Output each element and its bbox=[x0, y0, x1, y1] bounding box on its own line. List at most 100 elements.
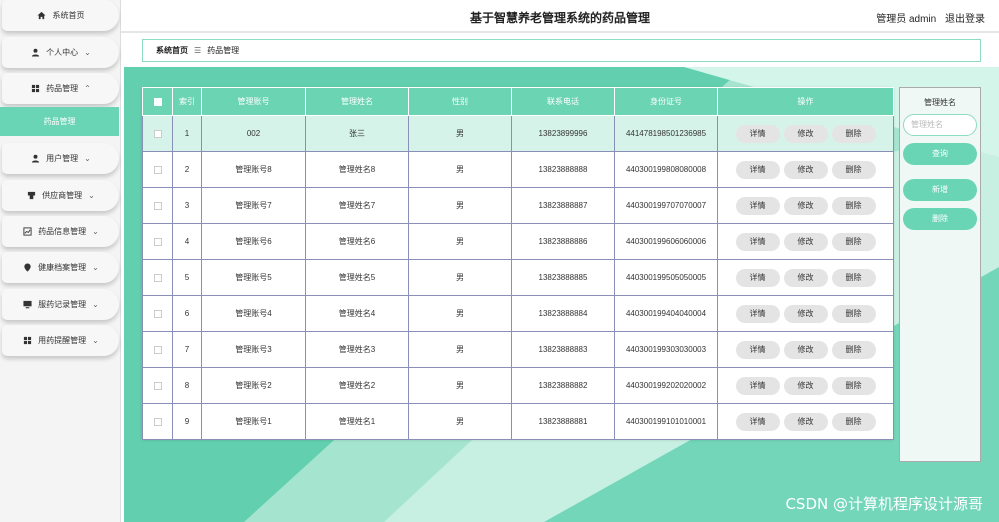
detail-button[interactable]: 详情 bbox=[735, 232, 780, 251]
sidebar-item-0[interactable]: 系统首页 bbox=[2, 0, 119, 31]
cell-name: 管理姓名1 bbox=[305, 403, 409, 440]
row-checkbox[interactable] bbox=[153, 345, 162, 354]
table-row[interactable]: 3 管理账号7 管理姓名7 男 13823888887 44030019970707000… bbox=[142, 187, 894, 224]
cell-actions: 详情 修改 删除 bbox=[717, 295, 894, 332]
edit-button[interactable]: 修改 bbox=[783, 304, 828, 323]
cell-id: 440300199606060006 bbox=[614, 223, 718, 260]
delete-button[interactable]: 删除 bbox=[831, 304, 876, 323]
row-select-cell bbox=[142, 187, 173, 224]
row-checkbox[interactable] bbox=[153, 129, 162, 138]
cell-id: 440300199808080008 bbox=[614, 151, 718, 188]
sidebar-item-1[interactable]: 个人中心 ⌄ bbox=[2, 37, 119, 68]
cell-phone: 13823888884 bbox=[511, 295, 615, 332]
sidebar-item-2[interactable]: 药品管理 ⌃ bbox=[2, 73, 119, 104]
edit-button[interactable]: 修改 bbox=[783, 196, 828, 215]
sidebar-item-6[interactable]: 健康档案管理 ⌄ bbox=[2, 252, 119, 283]
table-row[interactable]: 5 管理账号5 管理姓名5 男 13823888885 44030019950505000… bbox=[142, 259, 894, 296]
row-checkbox[interactable] bbox=[153, 309, 162, 318]
row-select-cell bbox=[142, 115, 173, 152]
edit-button[interactable]: 修改 bbox=[783, 268, 828, 287]
cell-account: 管理账号2 bbox=[201, 367, 306, 404]
sidebar-subitem-medicine[interactable]: 药品管理 bbox=[0, 107, 119, 136]
shop-icon bbox=[26, 191, 36, 201]
table-row[interactable]: 1 002 张三男 13823899996 441478198501236985 详情 修改… bbox=[142, 115, 894, 152]
sidebar-item-8[interactable]: 用药提醒管理 ⌄ bbox=[2, 325, 119, 356]
cell-phone: 13823888888 bbox=[511, 151, 615, 188]
sidebar-item-3[interactable]: 用户管理 ⌄ bbox=[2, 143, 119, 174]
table-row[interactable]: 4 管理账号6 管理姓名6 男 13823888886 44030019960606000… bbox=[142, 223, 894, 260]
logout-link[interactable]: 退出登录 bbox=[945, 14, 985, 25]
edit-button[interactable]: 修改 bbox=[783, 160, 828, 179]
delete-button[interactable]: 删除 bbox=[831, 124, 876, 143]
cell-index: 9 bbox=[172, 403, 202, 440]
medicine-table: 索引 管理账号 管理姓名 性别 联系电话 身份证号 操作 1 002 张三男 1382… bbox=[142, 87, 894, 440]
name-search-input[interactable]: 管理姓名 bbox=[903, 114, 977, 136]
cell-gender: 男 bbox=[408, 151, 512, 188]
row-checkbox[interactable] bbox=[153, 165, 162, 174]
edit-button[interactable]: 修改 bbox=[783, 340, 828, 359]
detail-button[interactable]: 详情 bbox=[735, 412, 780, 431]
add-button[interactable]: 新增 bbox=[903, 179, 977, 201]
select-all-header[interactable] bbox=[142, 87, 173, 116]
cell-actions: 详情 修改 删除 bbox=[717, 259, 894, 296]
sidebar-item-label: 药品管理 bbox=[46, 84, 79, 93]
detail-button[interactable]: 详情 bbox=[735, 376, 780, 395]
detail-button[interactable]: 详情 bbox=[735, 160, 780, 179]
edit-button[interactable]: 修改 bbox=[783, 376, 828, 395]
col-index: 索引 bbox=[172, 87, 202, 116]
row-checkbox[interactable] bbox=[153, 381, 162, 390]
detail-button[interactable]: 详情 bbox=[735, 196, 780, 215]
delete-button[interactable]: 删除 bbox=[831, 268, 876, 287]
row-select-cell bbox=[142, 223, 173, 260]
search-button[interactable]: 查询 bbox=[903, 143, 977, 165]
sidebar-item-5[interactable]: 药品信息管理 ⌄ bbox=[2, 216, 119, 247]
row-select-cell bbox=[142, 367, 173, 404]
user-name: 管理员 admin bbox=[876, 14, 937, 25]
table-row[interactable]: 9 管理账号1 管理姓名1 男 13823888881 44030019910101000… bbox=[142, 403, 894, 440]
monitor-icon bbox=[22, 300, 32, 310]
cell-name: 管理姓名2 bbox=[305, 367, 409, 404]
cell-actions: 详情 修改 删除 bbox=[717, 223, 894, 260]
table-row[interactable]: 8 管理账号2 管理姓名2 男 13823888882 44030019920202000… bbox=[142, 367, 894, 404]
edit-button[interactable]: 修改 bbox=[783, 412, 828, 431]
cell-gender: 男 bbox=[408, 187, 512, 224]
detail-button[interactable]: 详情 bbox=[735, 124, 780, 143]
cell-phone: 13823888882 bbox=[511, 367, 615, 404]
select-all-checkbox[interactable] bbox=[153, 97, 162, 106]
delete-button[interactable]: 删除 bbox=[831, 340, 876, 359]
batch-delete-button[interactable]: 删除 bbox=[903, 208, 977, 230]
cell-id: 440300199707070007 bbox=[614, 187, 718, 224]
delete-button[interactable]: 删除 bbox=[831, 232, 876, 251]
grid-icon bbox=[30, 84, 40, 94]
grid-icon bbox=[22, 336, 32, 346]
delete-button[interactable]: 删除 bbox=[831, 376, 876, 395]
row-checkbox[interactable] bbox=[153, 273, 162, 282]
cell-actions: 详情 修改 删除 bbox=[717, 187, 894, 224]
cell-name: 管理姓名5 bbox=[305, 259, 409, 296]
table-row[interactable]: 6 管理账号4 管理姓名4 男 13823888884 44030019940404000… bbox=[142, 295, 894, 332]
table-row[interactable]: 2 管理账号8 管理姓名8 男 13823888888 44030019980808000… bbox=[142, 151, 894, 188]
main-area: 索引 管理账号 管理姓名 性别 联系电话 身份证号 操作 1 002 张三男 1382… bbox=[124, 67, 999, 522]
delete-button[interactable]: 删除 bbox=[831, 196, 876, 215]
cell-gender: 男 bbox=[408, 403, 512, 440]
edit-button[interactable]: 修改 bbox=[783, 232, 828, 251]
edit-button[interactable]: 修改 bbox=[783, 124, 828, 143]
detail-button[interactable]: 详情 bbox=[735, 340, 780, 359]
row-checkbox[interactable] bbox=[153, 237, 162, 246]
row-checkbox[interactable] bbox=[153, 417, 162, 426]
breadcrumb: 系统首页 ☰ 药品管理 bbox=[142, 39, 981, 62]
detail-button[interactable]: 详情 bbox=[735, 304, 780, 323]
cell-name: 张三 bbox=[305, 115, 409, 152]
sidebar-item-label: 个人中心 bbox=[46, 48, 79, 57]
row-checkbox[interactable] bbox=[153, 201, 162, 210]
detail-button[interactable]: 详情 bbox=[735, 268, 780, 287]
breadcrumb-home[interactable]: 系统首页 bbox=[156, 45, 188, 56]
sidebar-item-4[interactable]: 供应商管理 ⌄ bbox=[2, 180, 119, 211]
delete-button[interactable]: 删除 bbox=[831, 412, 876, 431]
delete-button[interactable]: 删除 bbox=[831, 160, 876, 179]
table-row[interactable]: 7 管理账号3 管理姓名3 男 13823888883 44030019930303000… bbox=[142, 331, 894, 368]
row-select-cell bbox=[142, 403, 173, 440]
cell-index: 2 bbox=[172, 151, 202, 188]
user-area: 管理员 admin 退出登录 bbox=[870, 10, 985, 25]
sidebar-item-7[interactable]: 服药记录管理 ⌄ bbox=[2, 289, 119, 320]
